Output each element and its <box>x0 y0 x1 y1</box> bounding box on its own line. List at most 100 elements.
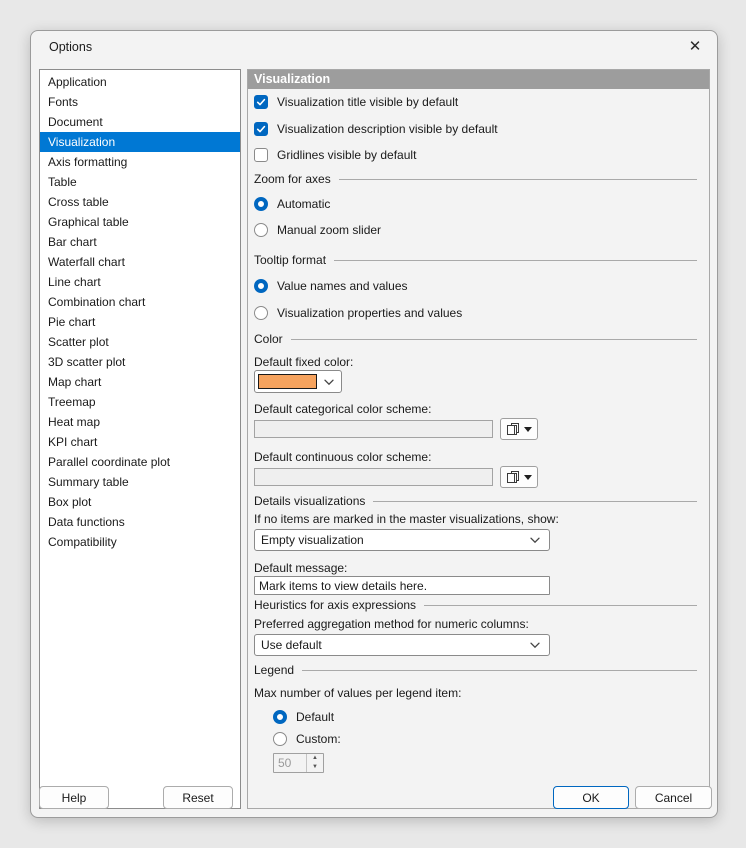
default-message-input[interactable] <box>254 576 550 595</box>
spinner-value: 50 <box>278 756 292 770</box>
checkbox-checked-icon[interactable] <box>254 95 268 109</box>
sidebar-item-fonts[interactable]: Fonts <box>40 92 240 112</box>
sidebar-item-heat-map[interactable]: Heat map <box>40 412 240 432</box>
aggregation-method-label: Preferred aggregation method for numeric… <box>254 617 529 631</box>
close-icon[interactable]: ✕ <box>686 38 704 56</box>
color-swatch <box>258 374 317 389</box>
continuous-scheme-label: Default continuous color scheme: <box>254 450 432 464</box>
spinner-down-icon[interactable]: ▼ <box>307 763 323 772</box>
radio-automatic[interactable]: Automatic <box>254 197 330 211</box>
group-header-legend: Legend <box>254 663 697 677</box>
radio-value-names-and-values[interactable]: Value names and values <box>254 279 408 293</box>
sidebar-item-data-functions[interactable]: Data functions <box>40 512 240 532</box>
continuous-scheme-picker-button[interactable] <box>500 466 538 488</box>
spinner-up-icon[interactable]: ▲ <box>307 754 323 763</box>
no-items-marked-label: If no items are marked in the master vis… <box>254 512 559 526</box>
max-legend-values-label: Max number of values per legend item: <box>254 686 462 700</box>
sidebar-item-waterfall-chart[interactable]: Waterfall chart <box>40 252 240 272</box>
radio-selected-icon[interactable] <box>273 710 287 724</box>
separator-line <box>290 338 697 340</box>
checkbox-label: Visualization description visible by def… <box>277 122 498 136</box>
radio-legend-custom[interactable]: Custom: <box>273 732 341 746</box>
sidebar-item-cross-table[interactable]: Cross table <box>40 192 240 212</box>
chevron-down-icon <box>530 642 540 649</box>
checkbox-label: Visualization title visible by default <box>277 95 459 109</box>
radio-legend-default[interactable]: Default <box>273 710 334 724</box>
sidebar-item-parallel-coordinate-plot[interactable]: Parallel coordinate plot <box>40 452 240 472</box>
sidebar-item-3d-scatter-plot[interactable]: 3D scatter plot <box>40 352 240 372</box>
sidebar-item-graphical-table[interactable]: Graphical table <box>40 212 240 232</box>
radio-label: Manual zoom slider <box>277 223 382 237</box>
fixed-color-label: Default fixed color: <box>254 355 354 369</box>
checkbox-checked-icon[interactable] <box>254 122 268 136</box>
group-header-zoom-for-axes: Zoom for axes <box>254 172 697 186</box>
sidebar-item-compatibility[interactable]: Compatibility <box>40 532 240 552</box>
ok-button[interactable]: OK <box>553 786 629 809</box>
sidebar-item-line-chart[interactable]: Line chart <box>40 272 240 292</box>
sidebar-item-application[interactable]: Application <box>40 72 240 92</box>
sidebar-item-visualization[interactable]: Visualization <box>40 132 240 152</box>
sidebar-item-table[interactable]: Table <box>40 172 240 192</box>
panel-header: Visualization <box>248 70 709 89</box>
titlebar: Options ✕ <box>31 31 717 63</box>
chevron-down-icon <box>530 537 540 544</box>
radio-label: Automatic <box>277 197 331 211</box>
categorical-scheme-field <box>254 420 493 438</box>
sidebar-item-map-chart[interactable]: Map chart <box>40 372 240 392</box>
sidebar-item-box-plot[interactable]: Box plot <box>40 492 240 512</box>
checkbox-title-visible[interactable]: Visualization title visible by default <box>254 95 458 109</box>
radio-selected-icon[interactable] <box>254 279 268 293</box>
continuous-scheme-field <box>254 468 493 486</box>
radio-visualization-properties[interactable]: Visualization properties and values <box>254 306 462 320</box>
group-header-color: Color <box>254 332 697 346</box>
color-schemes-icon <box>507 471 519 483</box>
sidebar-item-kpi-chart[interactable]: KPI chart <box>40 432 240 452</box>
category-list: Application Fonts Document Visualization… <box>39 69 241 809</box>
default-message-label: Default message: <box>254 561 348 575</box>
checkbox-label: Gridlines visible by default <box>277 148 417 162</box>
separator-line <box>338 178 697 180</box>
radio-manual-zoom-slider[interactable]: Manual zoom slider <box>254 223 381 237</box>
color-schemes-icon <box>507 423 519 435</box>
chevron-down-icon <box>324 379 334 385</box>
radio-label: Custom: <box>296 732 341 746</box>
fixed-color-dropdown[interactable] <box>254 370 342 393</box>
sidebar-item-scatter-plot[interactable]: Scatter plot <box>40 332 240 352</box>
custom-value-spinner[interactable]: 50 ▲ ▼ <box>273 753 324 773</box>
help-button[interactable]: Help <box>39 786 109 809</box>
dropdown-arrow-icon <box>524 474 532 480</box>
radio-unselected-icon[interactable] <box>254 223 268 237</box>
checkbox-gridlines-visible[interactable]: Gridlines visible by default <box>254 148 416 162</box>
aggregation-method-dropdown[interactable]: Use default <box>254 634 550 656</box>
sidebar-item-bar-chart[interactable]: Bar chart <box>40 232 240 252</box>
group-header-tooltip-format: Tooltip format <box>254 253 697 267</box>
sidebar-item-axis-formatting[interactable]: Axis formatting <box>40 152 240 172</box>
separator-line <box>373 500 697 502</box>
checkbox-description-visible[interactable]: Visualization description visible by def… <box>254 122 498 136</box>
separator-line <box>334 259 697 261</box>
radio-unselected-icon[interactable] <box>254 306 268 320</box>
window-title: Options <box>49 40 93 54</box>
options-dialog: Options ✕ Application Fonts Document Vis… <box>30 30 718 818</box>
sidebar-item-combination-chart[interactable]: Combination chart <box>40 292 240 312</box>
sidebar-item-summary-table[interactable]: Summary table <box>40 472 240 492</box>
sidebar-item-treemap[interactable]: Treemap <box>40 392 240 412</box>
radio-label: Default <box>296 710 335 724</box>
categorical-scheme-label: Default categorical color scheme: <box>254 402 432 416</box>
group-header-heuristics: Heuristics for axis expressions <box>254 598 697 612</box>
separator-line <box>302 669 697 671</box>
reset-button[interactable]: Reset <box>163 786 233 809</box>
radio-unselected-icon[interactable] <box>273 732 287 746</box>
categorical-scheme-picker-button[interactable] <box>500 418 538 440</box>
radio-label: Value names and values <box>277 279 408 293</box>
sidebar-item-pie-chart[interactable]: Pie chart <box>40 312 240 332</box>
dropdown-arrow-icon <box>524 426 532 432</box>
sidebar-item-document[interactable]: Document <box>40 112 240 132</box>
settings-panel: Visualization Visualization title visibl… <box>247 69 710 809</box>
checkbox-unchecked-icon[interactable] <box>254 148 268 162</box>
group-header-details-visualizations: Details visualizations <box>254 494 697 508</box>
cancel-button[interactable]: Cancel <box>635 786 712 809</box>
no-items-marked-dropdown[interactable]: Empty visualization <box>254 529 550 551</box>
separator-line <box>424 604 697 606</box>
radio-selected-icon[interactable] <box>254 197 268 211</box>
